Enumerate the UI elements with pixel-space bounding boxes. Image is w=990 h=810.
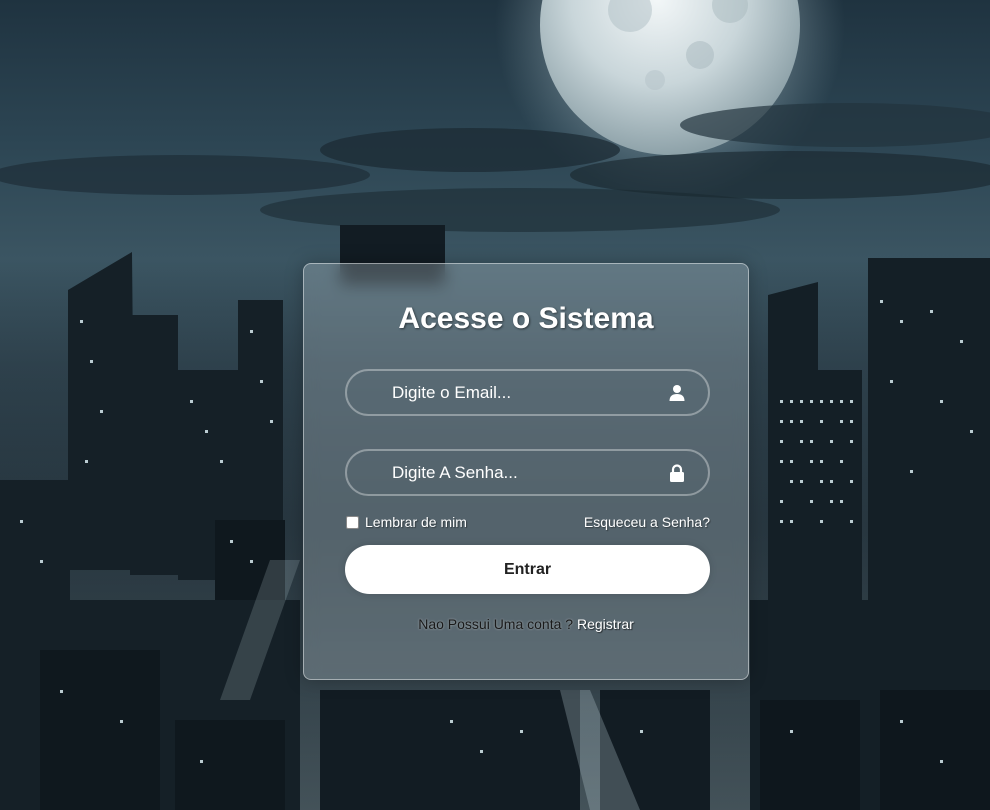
page-title: Acesse o Sistema <box>398 302 654 335</box>
password-field-wrapper <box>345 449 710 496</box>
email-field-wrapper <box>345 369 710 416</box>
register-link[interactable]: Registrar <box>577 616 634 632</box>
login-card: Acesse o Sistema Lembrar de mim Esqueceu… <box>303 263 749 680</box>
options-row: Lembrar de mim Esqueceu a Senha? <box>345 512 710 532</box>
remember-me[interactable]: Lembrar de mim <box>345 514 467 530</box>
password-input[interactable] <box>347 451 708 494</box>
no-account-text: Nao Possui Uma conta ? <box>418 616 574 632</box>
lock-icon <box>670 464 684 482</box>
remember-label: Lembrar de mim <box>365 514 467 530</box>
login-page: Acesse o Sistema Lembrar de mim Esqueceu… <box>0 0 990 810</box>
user-icon <box>669 385 685 401</box>
email-input[interactable] <box>347 371 708 414</box>
forgot-password-link[interactable]: Esqueceu a Senha? <box>584 514 710 530</box>
register-row: Nao Possui Uma conta ? Registrar <box>304 616 748 632</box>
remember-checkbox[interactable] <box>346 515 359 529</box>
submit-button[interactable]: Entrar <box>345 545 710 594</box>
